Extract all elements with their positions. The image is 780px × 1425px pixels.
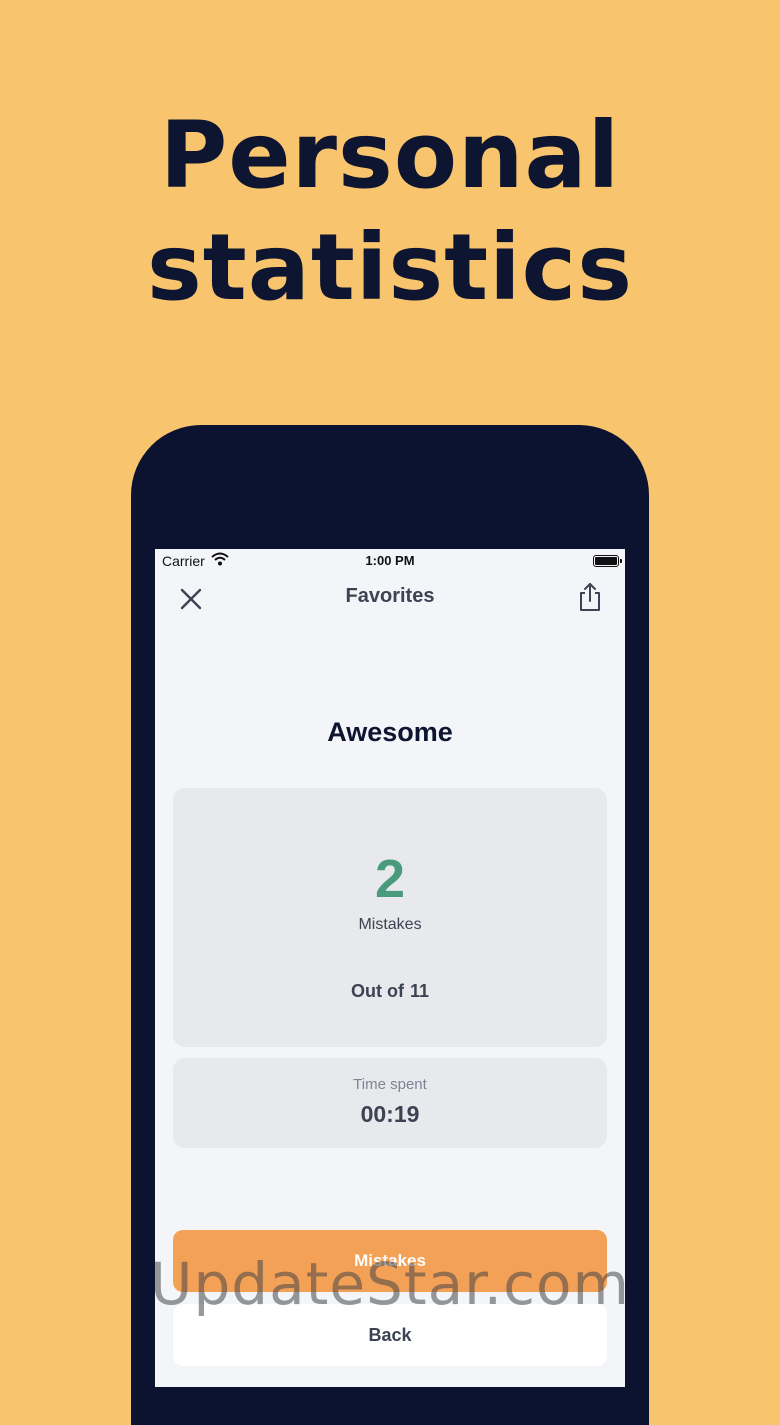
battery-icon: [593, 555, 622, 567]
headline-line-2: statistics: [147, 214, 633, 321]
headline-line-1: Personal: [159, 102, 621, 209]
time-card: Time spent 00:19: [173, 1058, 607, 1148]
nav-bar: Favorites: [155, 579, 625, 619]
out-of-label: Out of: [350, 981, 404, 1001]
headline: Personal statistics: [0, 100, 780, 324]
out-of-summary: Out of 11: [173, 981, 607, 1002]
share-icon[interactable]: [577, 582, 603, 612]
mistakes-count: 2: [374, 849, 406, 909]
mistakes-label: Mistakes: [358, 916, 422, 933]
mistakes-card: 2 Mistakes Out of 11: [173, 788, 607, 1047]
time-spent-label: Time spent: [353, 1076, 427, 1093]
out-of-value: 11: [409, 981, 429, 1001]
nav-title: Favorites: [345, 585, 435, 607]
status-bar: Carrier 1:00 PM: [155, 549, 625, 573]
status-time: 1:00 PM: [365, 553, 415, 568]
watermark: UpdateStar.com: [150, 1250, 630, 1318]
time-spent-value: 00:19: [360, 1101, 420, 1127]
result-title: Awesome: [327, 717, 453, 747]
